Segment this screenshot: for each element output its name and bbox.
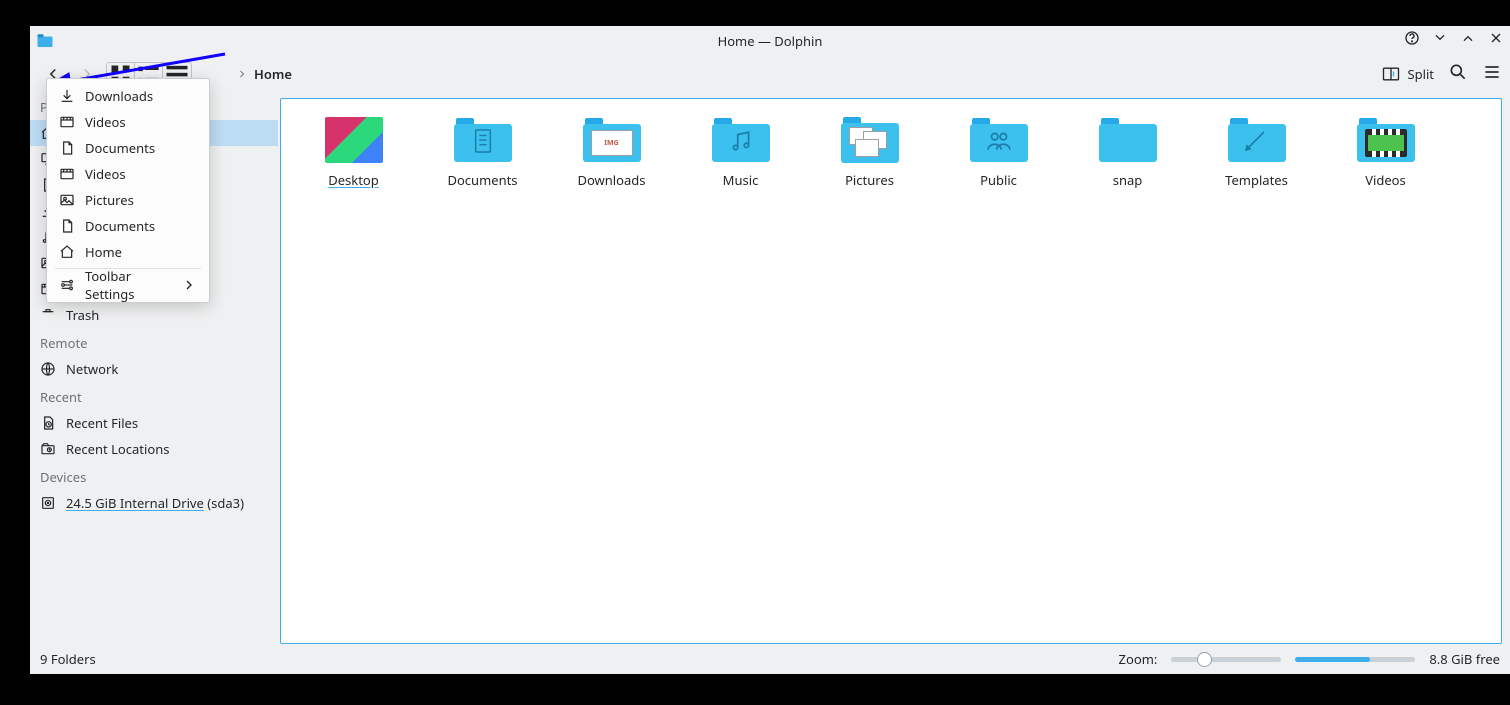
history-item-label: Videos: [85, 165, 126, 183]
history-item-pictures[interactable]: Pictures: [47, 187, 209, 213]
videos-icon: [59, 166, 75, 182]
sidebar-item-24.5-gib-internal-drive[interactable]: 24.5 GiB Internal Drive (sda3): [30, 490, 278, 516]
folder-icon: [970, 118, 1028, 162]
folder-tile-downloads[interactable]: IMG Downloads: [547, 113, 676, 201]
history-item-label: Documents: [85, 217, 155, 235]
zoom-label: Zoom:: [1119, 650, 1158, 668]
minimize-button[interactable]: [1432, 30, 1448, 46]
history-item-label: Videos: [85, 113, 126, 131]
recent-files-icon: [40, 415, 56, 431]
sidebar-item-label: Trash: [66, 306, 99, 324]
toolbar-settings-label: Toolbar Settings: [85, 267, 171, 303]
history-item-documents[interactable]: Documents: [47, 213, 209, 239]
history-item-label: Pictures: [85, 191, 134, 209]
settings-icon: [59, 277, 75, 293]
sidebar-remote-header: Remote: [30, 328, 278, 356]
folder-tile-label: Documents: [447, 171, 517, 189]
folder-tile-label: Pictures: [845, 171, 894, 189]
folder-view[interactable]: Desktop Documents IMG Downloads Music Picture…: [280, 98, 1502, 644]
folder-tile-desktop[interactable]: Desktop: [289, 113, 418, 201]
history-item-home[interactable]: Home: [47, 239, 209, 265]
free-space-label: 8.8 GiB free: [1429, 650, 1500, 668]
sidebar-devices-header: Devices: [30, 462, 278, 490]
capacity-bar: [1295, 657, 1415, 662]
folder-tile-label: snap: [1113, 171, 1143, 189]
help-button[interactable]: [1404, 30, 1420, 46]
sidebar-item-label: Recent Locations: [66, 440, 169, 458]
history-item-videos[interactable]: Videos: [47, 109, 209, 135]
toolbar-settings-item[interactable]: Toolbar Settings: [47, 272, 209, 298]
folder-tile-label: Templates: [1225, 171, 1288, 189]
menu-button[interactable]: [1482, 62, 1502, 86]
drive-icon: [40, 495, 56, 511]
folder-tile-label: Desktop: [328, 171, 379, 189]
videos-icon: [59, 114, 75, 130]
pictures-icon: [59, 192, 75, 208]
history-item-downloads[interactable]: Downloads: [47, 83, 209, 109]
search-icon: [1448, 62, 1468, 82]
sidebar-recent-header: Recent: [30, 382, 278, 410]
history-item-label: Home: [85, 243, 122, 261]
sidebar-item-label: Recent Files: [66, 414, 138, 432]
sidebar-item-label: Network: [66, 360, 118, 378]
titlebar: Home — Dolphin: [30, 26, 1510, 56]
folder-tile-public[interactable]: Public: [934, 113, 1063, 201]
split-label: Split: [1407, 65, 1434, 83]
sidebar-item-label: 24.5 GiB Internal Drive (sda3): [66, 494, 244, 512]
folder-tile-pictures[interactable]: Pictures: [805, 113, 934, 201]
sidebar-item-trash[interactable]: Trash: [30, 302, 278, 328]
content-area: Places HomeDesktopDocumentsDownloadsMusi…: [30, 92, 1510, 644]
folder-tile-music[interactable]: Music: [676, 113, 805, 201]
split-icon: [1381, 64, 1401, 84]
download-icon: [59, 88, 75, 104]
window-title: Home — Dolphin: [30, 32, 1510, 50]
history-item-label: Downloads: [85, 87, 153, 105]
downloads-folder-icon: IMG: [583, 118, 641, 162]
search-button[interactable]: [1448, 62, 1468, 86]
desktop-thumb-icon: [325, 117, 383, 163]
zoom-handle[interactable]: [1197, 652, 1212, 667]
history-item-documents[interactable]: Documents: [47, 135, 209, 161]
chevron-right-icon: [181, 277, 197, 293]
statusbar: 9 Folders Zoom: 8.8 GiB free: [30, 644, 1510, 674]
maximize-button[interactable]: [1460, 30, 1476, 46]
folder-icon: [454, 118, 512, 162]
folder-tile-snap[interactable]: snap: [1063, 113, 1192, 201]
sidebar-item-recent-files[interactable]: Recent Files: [30, 410, 278, 436]
folder-icon: [1099, 118, 1157, 162]
videos-folder-icon: [1357, 118, 1415, 162]
pictures-folder-icon: [841, 117, 899, 163]
folder-tile-label: Videos: [1365, 171, 1406, 189]
folder-tile-documents[interactable]: Documents: [418, 113, 547, 201]
dolphin-window: Home — Dolphin Home: [30, 26, 1510, 674]
folder-tile-label: Downloads: [577, 171, 645, 189]
sidebar-item-recent-locations[interactable]: Recent Locations: [30, 436, 278, 462]
chevron-right-icon: [236, 68, 248, 80]
hamburger-icon: [1482, 62, 1502, 82]
toolbar: Home Split: [30, 56, 1510, 92]
split-button[interactable]: Split: [1381, 64, 1434, 84]
sidebar-item-network[interactable]: Network: [30, 356, 278, 382]
trash-icon: [40, 307, 56, 323]
breadcrumb[interactable]: Home: [236, 65, 292, 83]
documents-icon: [59, 218, 75, 234]
home-icon: [59, 244, 75, 260]
close-button[interactable]: [1488, 30, 1504, 46]
back-history-popup: Downloads Videos Documents Videos Pictures Do…: [46, 78, 210, 303]
recent-locations-icon: [40, 441, 56, 457]
folder-tile-templates[interactable]: Templates: [1192, 113, 1321, 201]
zoom-slider[interactable]: [1171, 657, 1281, 662]
folder-tile-videos[interactable]: Videos: [1321, 113, 1450, 201]
documents-icon: [59, 140, 75, 156]
status-count: 9 Folders: [40, 650, 96, 668]
folder-icon: [712, 118, 770, 162]
folder-tile-label: Music: [723, 171, 759, 189]
breadcrumb-home[interactable]: Home: [254, 65, 292, 83]
folder-icon: [1228, 118, 1286, 162]
history-item-label: Documents: [85, 139, 155, 157]
history-item-videos[interactable]: Videos: [47, 161, 209, 187]
folder-tile-label: Public: [980, 171, 1017, 189]
network-icon: [40, 361, 56, 377]
